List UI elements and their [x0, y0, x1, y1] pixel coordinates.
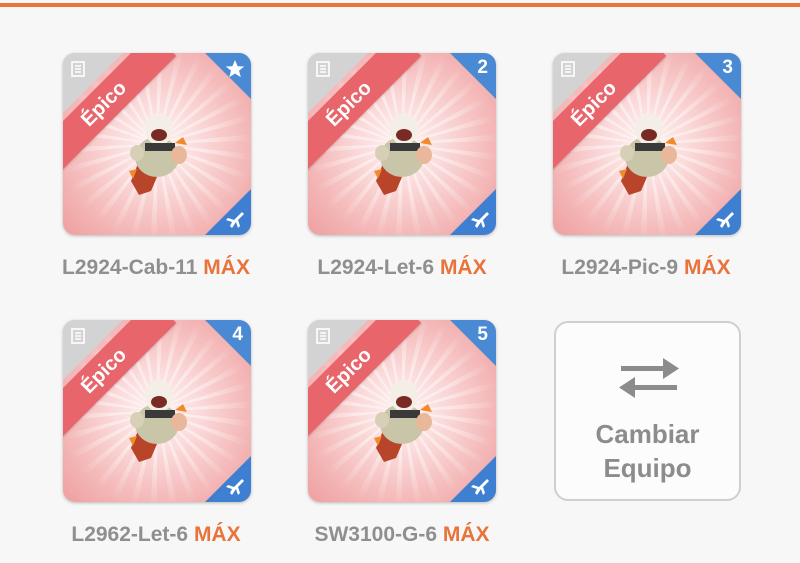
- document-icon: [316, 328, 330, 344]
- jet-icon: [226, 479, 244, 495]
- unit-name-label: L2924-Pic-9 MÁX: [561, 256, 731, 279]
- slot-number-badge: 3: [722, 57, 733, 78]
- swap-team-button[interactable]: Cambiar Equipo: [554, 321, 741, 501]
- jet-icon: [716, 212, 734, 228]
- unit-name-label: SW3100-G-6 MÁX: [314, 523, 490, 546]
- monster-portrait: [374, 380, 432, 462]
- monster-portrait: [129, 380, 187, 462]
- unit-card[interactable]: Épico: [63, 53, 251, 235]
- document-icon: [316, 61, 330, 77]
- document-icon: [71, 61, 85, 77]
- document-icon: [71, 328, 85, 344]
- star-icon: [225, 60, 245, 78]
- top-accent-bar: [0, 0, 800, 7]
- slot-number-badge: 4: [232, 324, 243, 345]
- swap-team-label: Cambiar Equipo: [595, 419, 700, 483]
- swap-arrows-icon: [619, 358, 679, 398]
- slot-number-badge: 2: [477, 57, 488, 78]
- monster-portrait: [129, 113, 187, 195]
- monster-portrait: [619, 113, 677, 195]
- unit-name-label: L2962-Let-6 MÁX: [71, 523, 241, 546]
- jet-icon: [471, 212, 489, 228]
- unit-card[interactable]: Épico 3: [553, 53, 741, 235]
- slot-number-badge: 5: [477, 324, 488, 345]
- jet-icon: [226, 212, 244, 228]
- unit-card[interactable]: Épico 2: [308, 53, 496, 235]
- unit-name-label: L2924-Cab-11 MÁX: [62, 256, 250, 279]
- monster-portrait: [374, 113, 432, 195]
- unit-card[interactable]: Épico 4: [63, 320, 251, 502]
- unit-name-label: L2924-Let-6 MÁX: [317, 256, 487, 279]
- document-icon: [561, 61, 575, 77]
- unit-card[interactable]: Épico 5: [308, 320, 496, 502]
- jet-icon: [471, 479, 489, 495]
